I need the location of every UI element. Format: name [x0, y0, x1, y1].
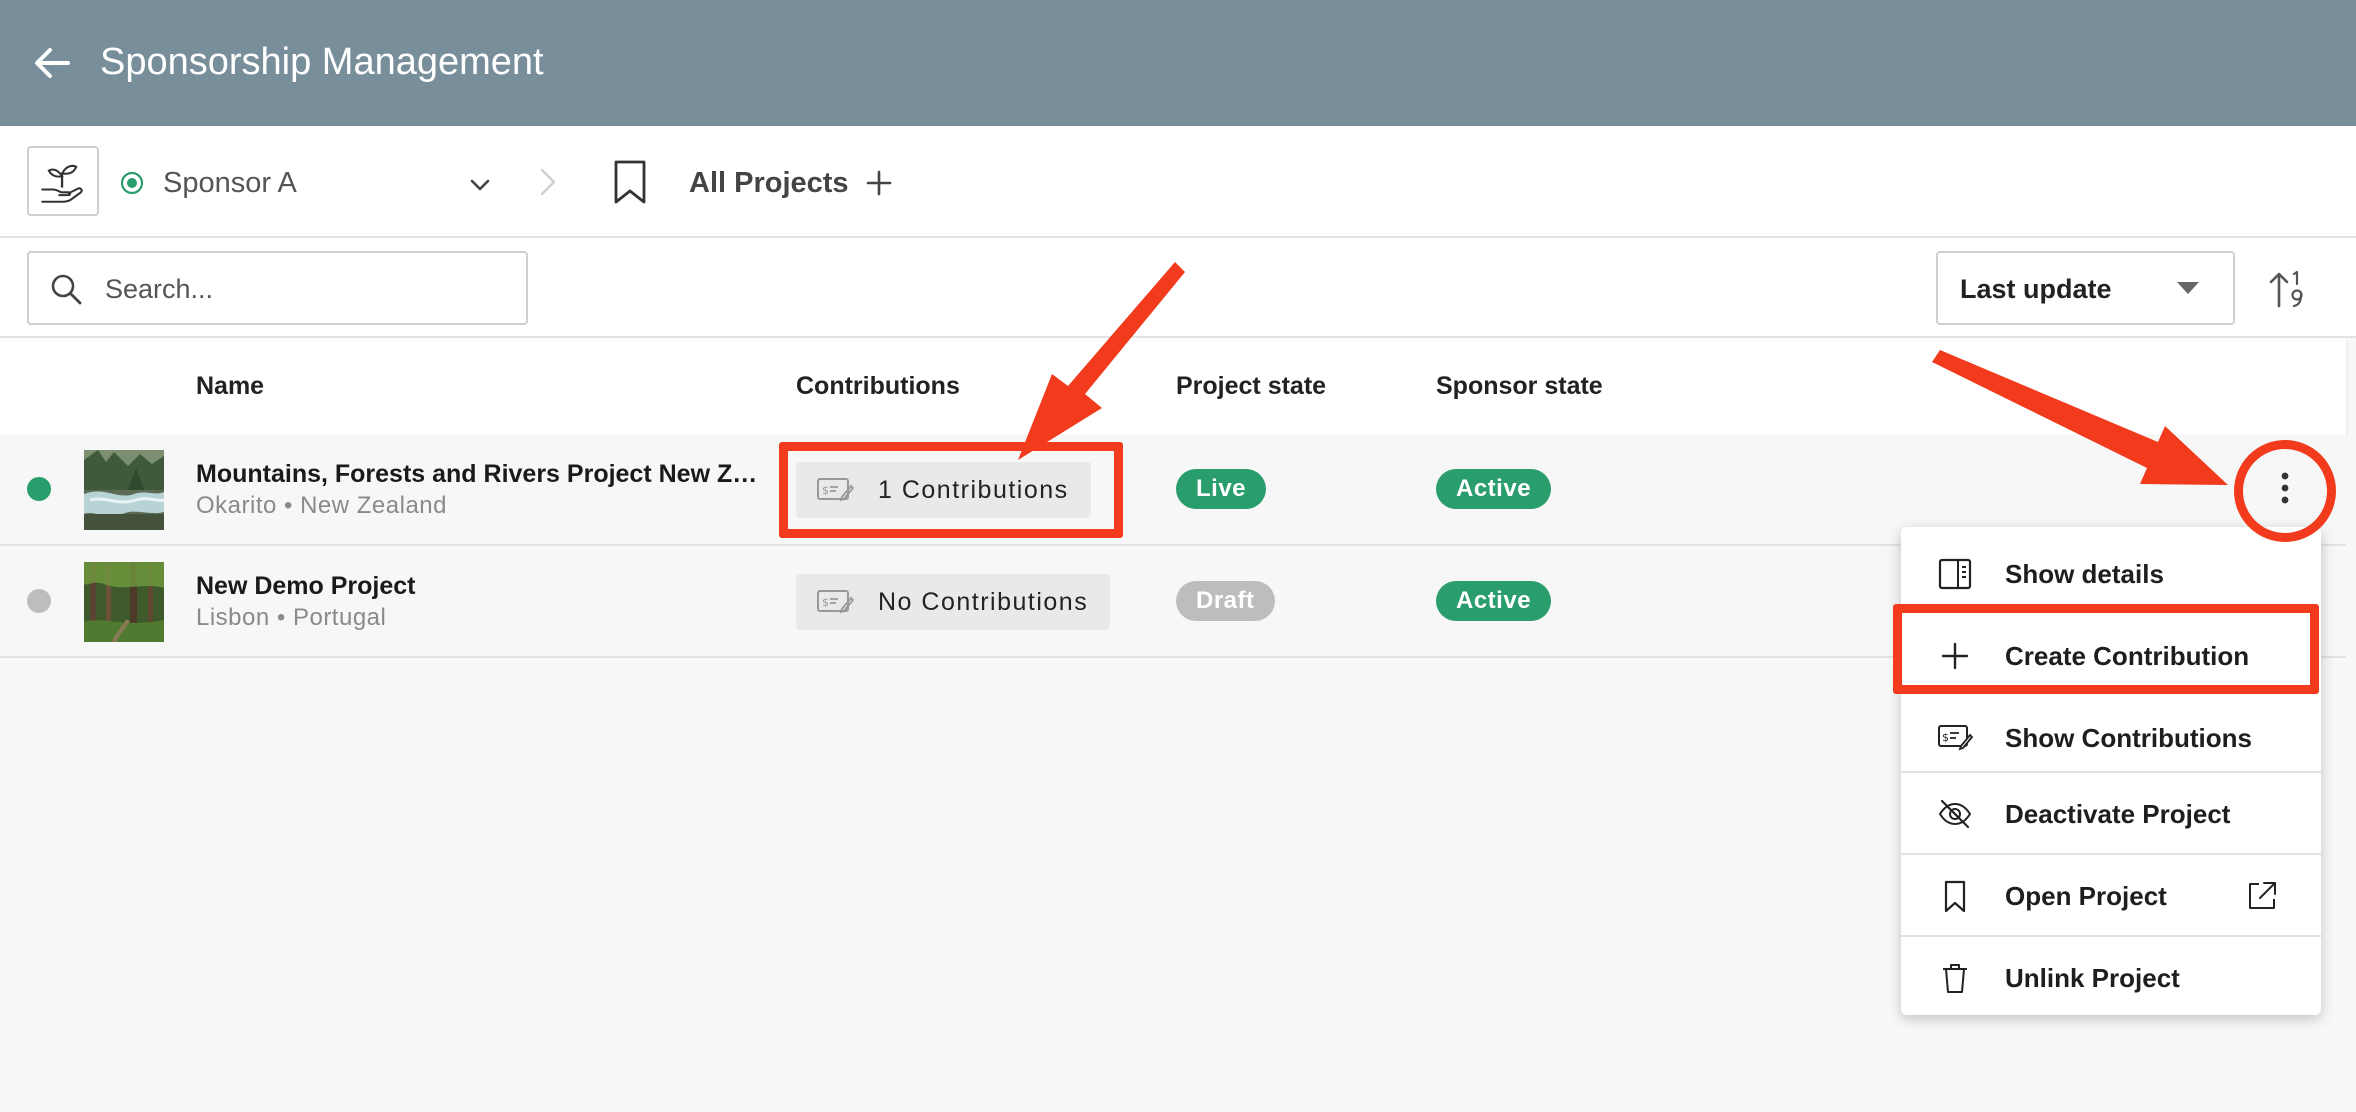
annotation-arrows [1018, 262, 2228, 485]
annotation-arrow-menu [1932, 350, 2228, 485]
annotation-arrow-contributions [1018, 262, 1185, 460]
